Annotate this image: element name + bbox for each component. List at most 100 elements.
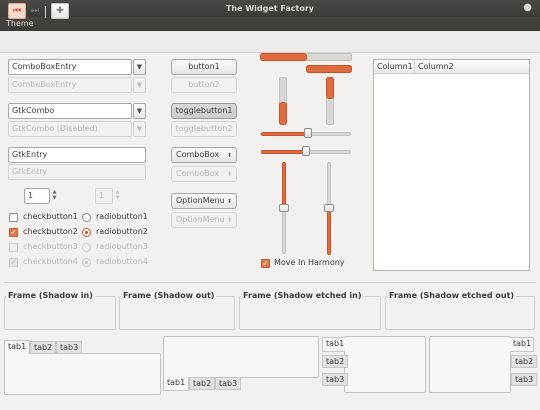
- progress-fill: [306, 65, 352, 73]
- hscale-2-knob[interactable]: [302, 146, 310, 156]
- vscale-fill: [327, 208, 331, 255]
- checkbutton1-label[interactable]: checkbutton1: [23, 212, 78, 221]
- chevron-down-icon: ▼: [136, 107, 143, 115]
- gtk-entry-input[interactable]: GtkEntry: [8, 147, 146, 163]
- notebook-left-tab1[interactable]: tab1: [322, 337, 345, 352]
- progress-bar-vertical-1: [279, 77, 287, 125]
- tree-view[interactable]: Column1 Column2: [373, 59, 530, 271]
- progress-fill: [279, 102, 287, 125]
- radiobutton2-label[interactable]: radiobutton2: [96, 227, 148, 236]
- window-menu-icon[interactable]: ●: [523, 3, 532, 13]
- toolbar-last-button[interactable]: ⏭: [26, 3, 44, 19]
- notebook-left-tab3[interactable]: tab3: [322, 373, 349, 386]
- spin-button-disabled-input: 1: [95, 188, 113, 204]
- notebook-bottom-tab3[interactable]: tab3: [215, 377, 242, 390]
- column2-header[interactable]: Column2: [415, 60, 530, 74]
- progress-bar-vertical-2: [326, 77, 334, 125]
- notebook-right-tab3[interactable]: tab3: [511, 373, 538, 386]
- combobox-button[interactable]: ComboBox ⬍: [171, 147, 237, 163]
- notebook-bottom-tab1[interactable]: tab1: [163, 377, 190, 391]
- move-in-harmony-checkbox[interactable]: ✓: [261, 259, 270, 268]
- togglebutton1[interactable]: togglebutton1: [171, 103, 237, 119]
- hscale-1-knob[interactable]: [304, 128, 312, 138]
- checkbutton2-box[interactable]: ✓: [9, 228, 18, 237]
- window-title: The Widget Factory: [225, 4, 315, 13]
- checkmark-icon: ✓: [10, 228, 17, 237]
- optionmenu-disabled-button: OptionMenu ⬍: [171, 212, 237, 228]
- checkbutton2-label[interactable]: checkbutton2: [23, 227, 78, 236]
- combobox-disabled-label: ComboBox: [176, 169, 220, 178]
- notebook-top-tab3[interactable]: tab3: [56, 341, 83, 354]
- chevron-down-icon: ▼: [136, 63, 143, 71]
- frame-shadow-out: [119, 296, 235, 330]
- column1-header[interactable]: Column1: [374, 60, 415, 74]
- hscale-fill: [261, 150, 305, 154]
- notebook-bottom-tab2[interactable]: tab2: [189, 377, 216, 390]
- chevron-down-icon: ▼: [52, 195, 57, 201]
- combobox-disabled-button: ComboBox ⬍: [171, 166, 237, 182]
- spin-button-input[interactable]: 1: [24, 188, 50, 204]
- skip-forward-icon: ⏭: [30, 6, 40, 16]
- radiobutton3-circle: [82, 243, 91, 252]
- checkbutton3-box: [9, 243, 18, 252]
- gtk-entry-disabled-input: GtkEntry: [8, 164, 146, 180]
- radiobutton1-circle[interactable]: [82, 213, 91, 222]
- gtk-combo-input[interactable]: GtkCombo: [8, 103, 132, 119]
- toolbar: [0, 31, 540, 53]
- optionmenu-label: OptionMenu: [176, 196, 225, 205]
- progress-bar-horizontal-1: [260, 53, 352, 61]
- checkbutton1-box[interactable]: [9, 213, 18, 222]
- notebook-top-tab1[interactable]: tab1: [4, 340, 31, 354]
- skip-back-icon: ⏮: [12, 6, 22, 16]
- toolbar-separator: [45, 6, 46, 18]
- combobox-label: ComboBox: [176, 150, 220, 159]
- radiobutton3-label: radiobutton3: [96, 242, 148, 251]
- combo-entry-input[interactable]: ComboBoxEntry: [8, 59, 132, 75]
- spin-button-arrows[interactable]: ▲ ▼: [51, 189, 58, 202]
- progress-fill: [326, 77, 334, 99]
- menu-theme[interactable]: Theme: [6, 19, 34, 28]
- button2: button2: [171, 77, 237, 93]
- radiobutton4-label: radiobutton4: [96, 257, 148, 266]
- menubar: Theme: [0, 17, 540, 31]
- frame-shadow-in: [4, 296, 116, 330]
- frame-shadow-etched-in: [239, 296, 381, 330]
- toolbar-add-button[interactable]: ✚: [51, 3, 69, 19]
- plus-icon: ✚: [56, 6, 64, 16]
- frame-shadow-etched-in-title: Frame (Shadow etched in): [241, 291, 364, 300]
- window-titlebar: The Widget Factory: [0, 0, 540, 17]
- notebook-left-tab2[interactable]: tab2: [322, 355, 349, 368]
- optionmenu-button[interactable]: OptionMenu ⬍: [171, 193, 237, 209]
- checkmark-icon: ✓: [262, 259, 269, 268]
- chevron-down-icon: ▼: [115, 195, 120, 201]
- updown-arrows-icon: ⬍: [226, 217, 232, 224]
- notebook-top-panel: [4, 353, 161, 395]
- checkbutton4-box: ✓: [9, 258, 18, 267]
- frame-shadow-etched-out: [385, 296, 535, 330]
- notebook-right-tab2[interactable]: tab2: [511, 355, 538, 368]
- spin-button-disabled-arrows: ▲ ▼: [114, 189, 121, 202]
- separator: [4, 282, 536, 283]
- radiobutton1-label[interactable]: radiobutton1: [96, 212, 148, 221]
- radiobutton2-circle[interactable]: [82, 228, 91, 237]
- gtk-combo-disabled-dropdown-button: ▼: [133, 121, 146, 137]
- gtk-combo-disabled-input: GtkCombo (Disabled): [8, 121, 132, 137]
- vscale-1-knob[interactable]: [279, 204, 289, 212]
- move-in-harmony-label[interactable]: Move In Harmony: [274, 258, 345, 267]
- toolbar-first-button[interactable]: ⏮: [8, 3, 26, 19]
- radiobutton4-circle: [82, 258, 91, 267]
- combo-entry-disabled-dropdown-button: ▼: [133, 77, 146, 93]
- notebook-top-tab2[interactable]: tab2: [30, 341, 57, 354]
- vscale-2-knob[interactable]: [324, 204, 334, 212]
- notebook-left-panel: [344, 336, 426, 393]
- checkbutton4-label: checkbutton4: [23, 257, 78, 266]
- togglebutton2: togglebutton2: [171, 121, 237, 137]
- tree-view-header: Column1 Column2: [374, 60, 529, 74]
- notebook-right-panel: [429, 336, 511, 393]
- notebook-right-tab1[interactable]: tab1: [510, 337, 534, 352]
- combo-entry-dropdown-button[interactable]: ▼: [133, 59, 146, 75]
- chevron-down-icon: ▼: [136, 125, 143, 133]
- button1[interactable]: button1: [171, 59, 237, 75]
- gtk-combo-dropdown-button[interactable]: ▼: [133, 103, 146, 119]
- chevron-down-icon: ▼: [136, 81, 143, 89]
